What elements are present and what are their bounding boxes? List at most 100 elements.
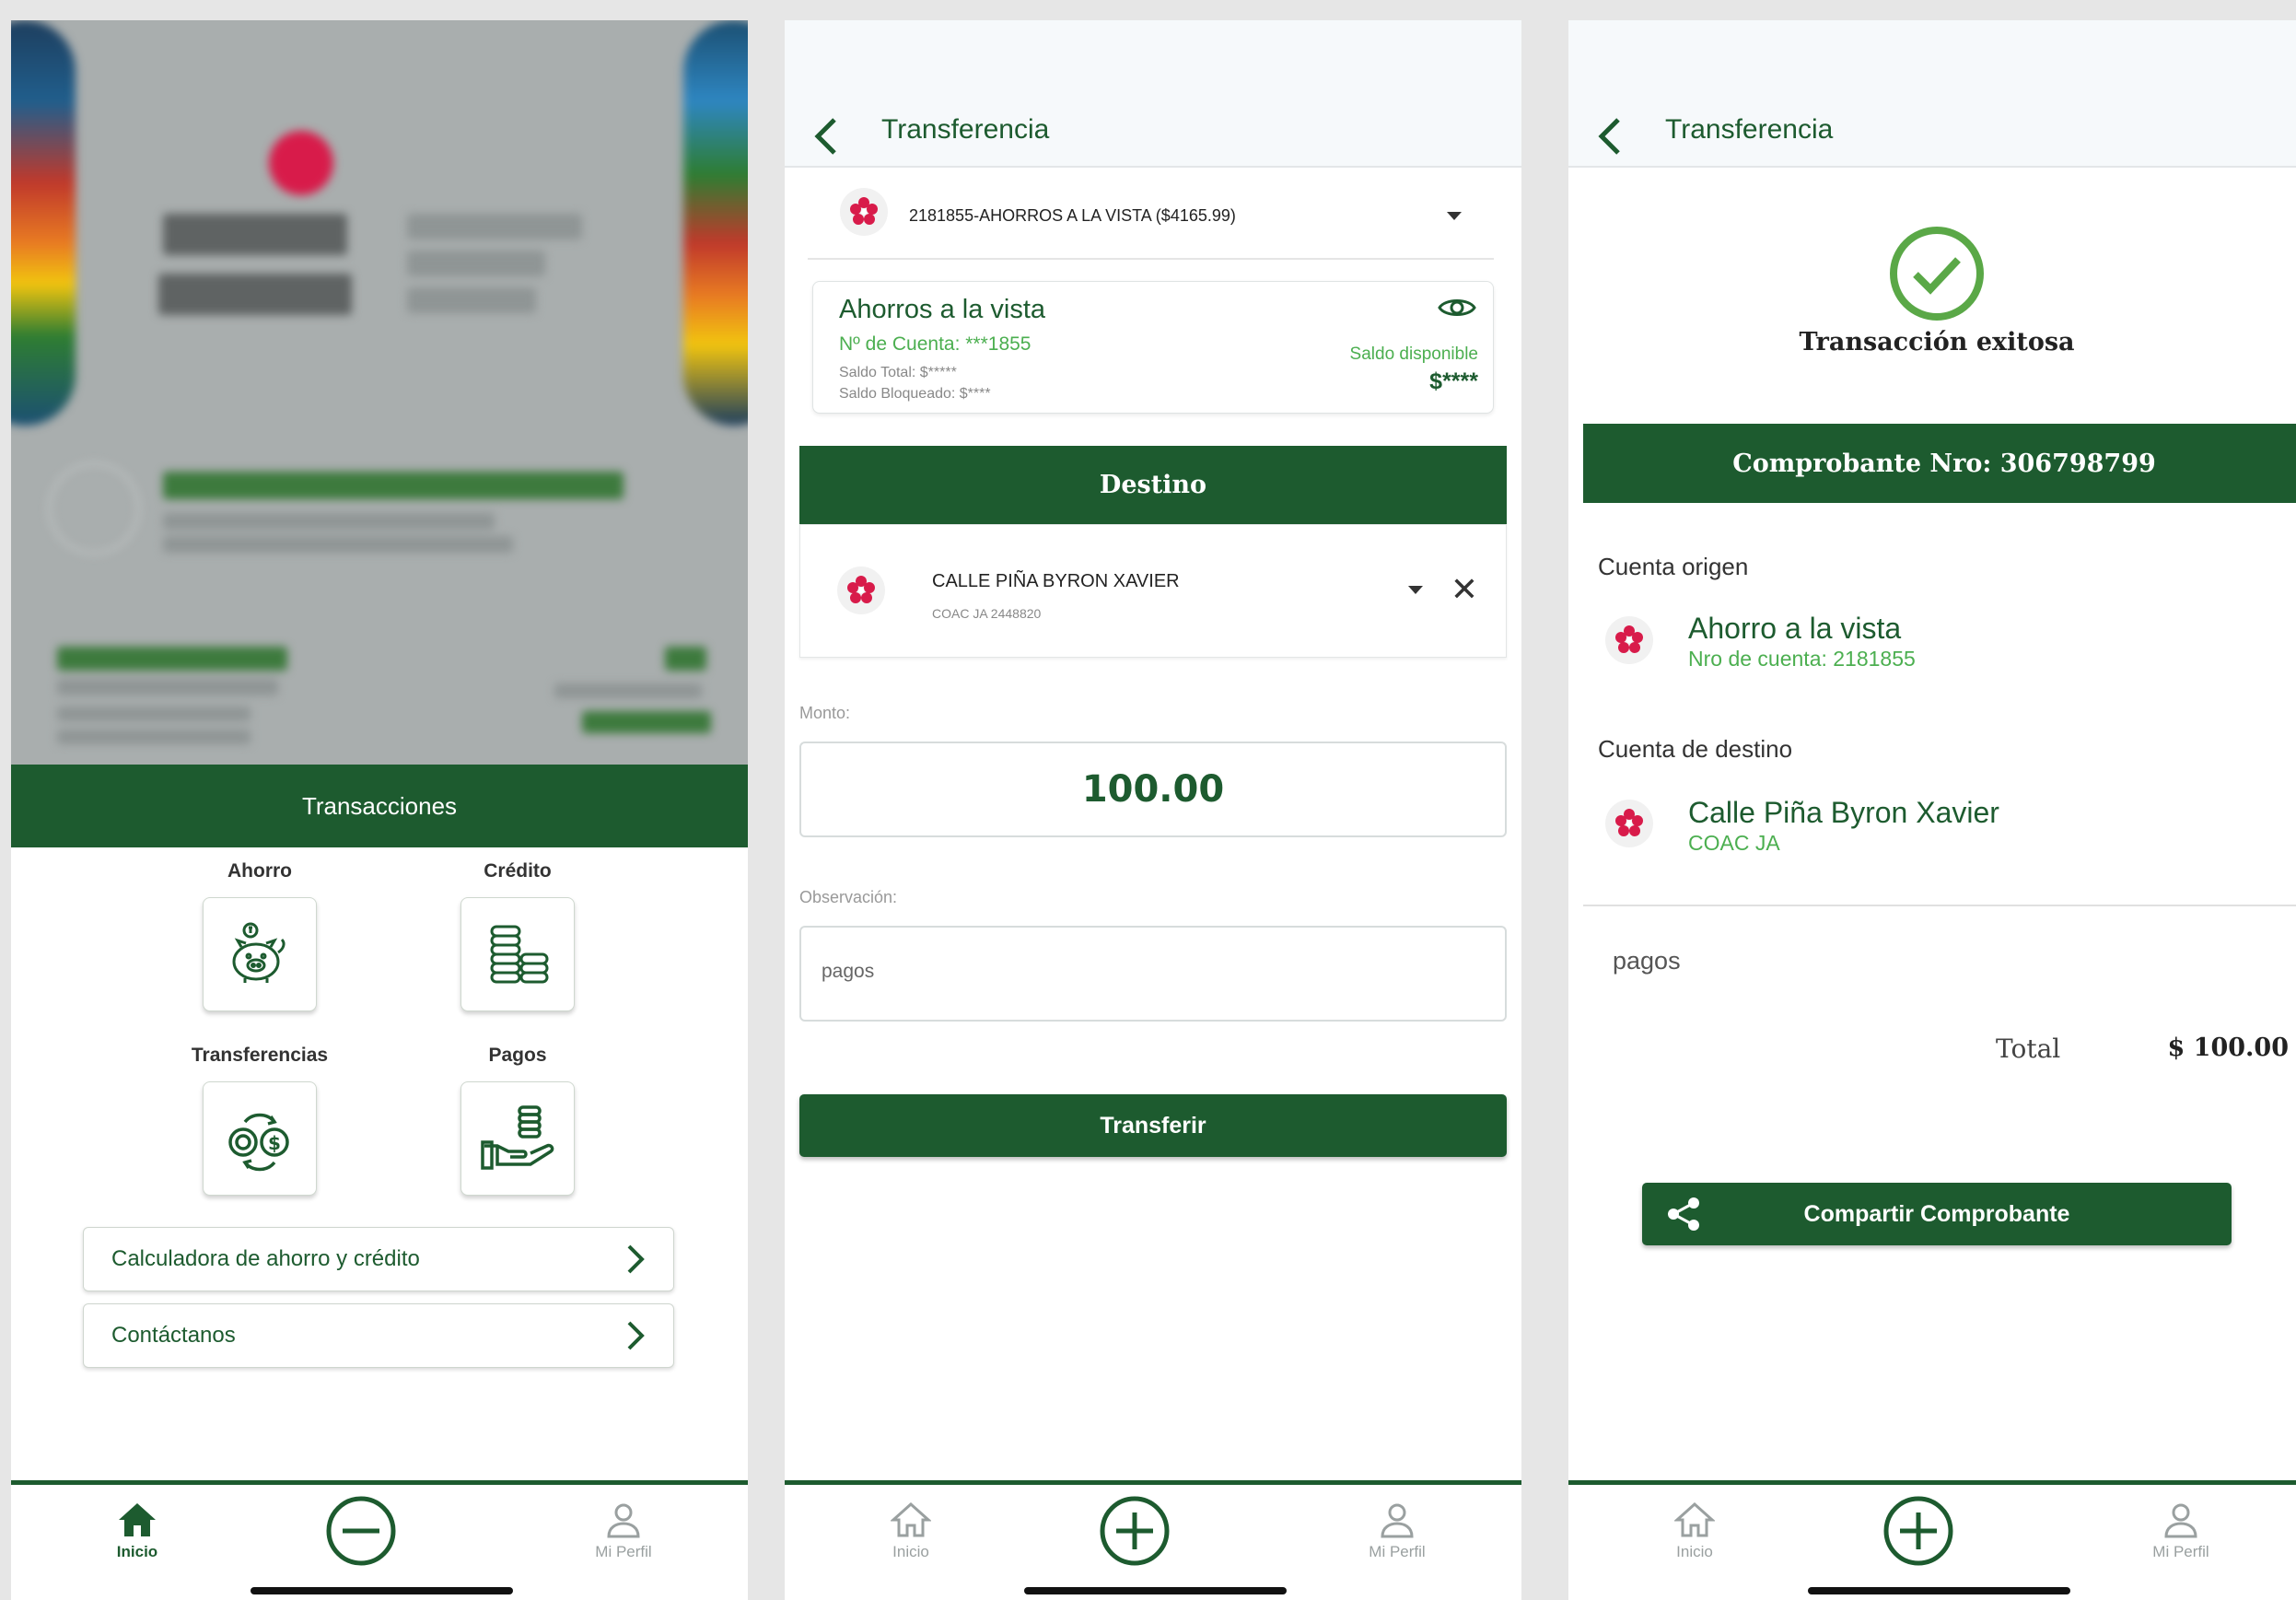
source-account-select[interactable]: 2181855-AHORROS A LA VISTA ($4165.99): [808, 169, 1494, 260]
brand-flower-icon: [837, 566, 885, 614]
pagos-tile[interactable]: [460, 1081, 575, 1196]
contact-us-link[interactable]: Contáctanos: [83, 1303, 674, 1368]
source-account-value: 2181855-AHORROS A LA VISTA ($4165.99): [909, 206, 1236, 225]
brand-flower-icon: [840, 188, 888, 236]
transfer-note: pagos: [1613, 947, 1681, 975]
destination-account-select[interactable]: CALLE PIÑA BYRON XAVIER COAC JA 2448820 …: [799, 524, 1507, 658]
expand-menu-button[interactable]: [1098, 1494, 1171, 1572]
destination-bank: COAC JA: [1688, 831, 1780, 855]
tile-label-credito: Crédito: [484, 860, 552, 882]
hand-coins-icon: [481, 1105, 554, 1170]
tile-label-ahorro: Ahorro: [227, 860, 292, 882]
tab-label: Inicio: [1676, 1543, 1713, 1560]
transfer-receipt-screen: Transferencia Transacción exitosa Compro…: [1568, 20, 2296, 1600]
blurred-header-banner: [11, 20, 748, 765]
page-title: Transferencia: [881, 114, 1050, 145]
brand-flower-icon: [1605, 800, 1653, 847]
ahorro-tile[interactable]: [203, 897, 317, 1011]
app-header: Transferencia: [1568, 20, 2296, 168]
voucher-number: Comprobante Nro: 306798799: [1583, 424, 2296, 503]
amount-input[interactable]: 100.00: [799, 742, 1507, 837]
available-balance-label: Saldo disponible: [1349, 345, 1478, 364]
observation-value: pagos: [822, 961, 875, 982]
bottom-tab-bar: Inicio Mi Perfil: [1568, 1480, 2296, 1600]
chevron-right-icon: [627, 1244, 645, 1274]
tab-label: Mi Perfil: [595, 1543, 652, 1560]
blocked-balance: Saldo Bloqueado: $****: [839, 386, 991, 402]
origin-account-name: Ahorro a la vista: [1688, 612, 1902, 645]
link-label: Contáctanos: [111, 1323, 236, 1348]
total-label: Total: [1996, 1034, 2061, 1064]
user-icon: [607, 1503, 640, 1538]
share-button-label: Compartir Comprobante: [1803, 1200, 2070, 1227]
tab-mi-perfil[interactable]: Mi Perfil: [573, 1501, 674, 1561]
destination-account-label: Cuenta de destino: [1598, 735, 1793, 763]
page-title: Transferencia: [1665, 114, 1834, 145]
tab-inicio[interactable]: Inicio: [860, 1501, 962, 1561]
home-icon: [119, 1503, 156, 1536]
user-icon: [2164, 1503, 2197, 1538]
tab-mi-perfil[interactable]: Mi Perfil: [1346, 1501, 1448, 1561]
coin-stacks-icon: [490, 925, 549, 984]
transaction-status: Transacción exitosa: [1799, 328, 2075, 356]
minus-circle-icon: [326, 1496, 396, 1566]
tab-mi-perfil[interactable]: Mi Perfil: [2130, 1501, 2232, 1561]
tab-label: Inicio: [116, 1543, 158, 1560]
share-voucher-button[interactable]: Compartir Comprobante: [1642, 1183, 2232, 1245]
origin-account-number: Nro de cuenta: 2181855: [1688, 647, 1916, 671]
brand-flower-icon: [1605, 616, 1653, 664]
bottom-tab-bar: Inicio Mi Perfil: [11, 1480, 748, 1600]
svg-text:$: $: [268, 1132, 281, 1154]
expand-menu-button[interactable]: [1882, 1494, 1955, 1572]
share-icon: [1668, 1197, 1699, 1231]
back-arrow-icon[interactable]: [1596, 116, 1624, 157]
success-check-icon: [1890, 227, 1984, 321]
origin-account-label: Cuenta origen: [1598, 553, 1749, 580]
plus-circle-icon: [1100, 1496, 1170, 1566]
total-value: $ 100.00: [2167, 1034, 2289, 1062]
tab-inicio[interactable]: Inicio: [1644, 1501, 1745, 1561]
source-account-card: Ahorros a la vista Nº de Cuenta: ***1855…: [812, 281, 1494, 414]
destination-name: CALLE PIÑA BYRON XAVIER: [932, 571, 1180, 591]
bottom-tab-bar: Inicio Mi Perfil: [785, 1480, 1521, 1600]
credito-tile[interactable]: [460, 897, 575, 1011]
divider: [1583, 905, 2296, 906]
amount-label: Monto:: [799, 704, 851, 722]
link-label: Calculadora de ahorro y crédito: [111, 1246, 420, 1271]
account-name: Ahorros a la vista: [839, 295, 1046, 324]
dropdown-caret-icon[interactable]: [1408, 586, 1423, 594]
savings-credit-calculator-link[interactable]: Calculadora de ahorro y crédito: [83, 1227, 674, 1291]
app-header: Transferencia: [785, 20, 1521, 168]
home-screen: Transacciones Ahorro Crédito Transferenc…: [11, 20, 748, 1600]
tab-inicio[interactable]: Inicio: [87, 1501, 188, 1561]
home-indicator: [1024, 1587, 1287, 1594]
transferencias-tile[interactable]: $: [203, 1081, 317, 1196]
plus-circle-icon: [1883, 1496, 1953, 1566]
tile-label-pagos: Pagos: [488, 1045, 547, 1066]
transfer-button[interactable]: Transferir: [799, 1094, 1507, 1157]
clear-destination-icon[interactable]: ✕: [1451, 573, 1478, 606]
collapse-menu-button[interactable]: [324, 1494, 398, 1572]
destination-subtitle: COAC JA 2448820: [932, 606, 1042, 621]
chevron-right-icon: [627, 1321, 645, 1350]
tab-label: Mi Perfil: [1369, 1543, 1426, 1560]
observation-input[interactable]: pagos: [799, 926, 1507, 1022]
home-icon: [890, 1501, 932, 1537]
dropdown-caret-icon: [1447, 212, 1462, 220]
piggy-bank-icon: [232, 922, 286, 983]
tile-label-transferencias: Transferencias: [191, 1045, 329, 1066]
eye-icon[interactable]: [1438, 295, 1476, 321]
account-number: Nº de Cuenta: ***1855: [839, 333, 1031, 355]
tab-label: Mi Perfil: [2152, 1543, 2209, 1560]
tab-label: Inicio: [892, 1543, 929, 1560]
transactions-header: Transacciones: [11, 765, 748, 847]
back-arrow-icon[interactable]: [812, 116, 840, 157]
coin-exchange-icon: $: [228, 1113, 289, 1172]
home-indicator: [1808, 1587, 2070, 1594]
destination-header: Destino: [799, 446, 1507, 524]
destination-account-name: Calle Piña Byron Xavier: [1688, 796, 1999, 829]
transfer-form-screen: Transferencia 2181855-AHORROS A LA VISTA…: [785, 20, 1521, 1600]
home-icon: [1673, 1501, 1716, 1537]
user-icon: [1381, 1503, 1414, 1538]
amount-value: 100.00: [1081, 768, 1225, 811]
